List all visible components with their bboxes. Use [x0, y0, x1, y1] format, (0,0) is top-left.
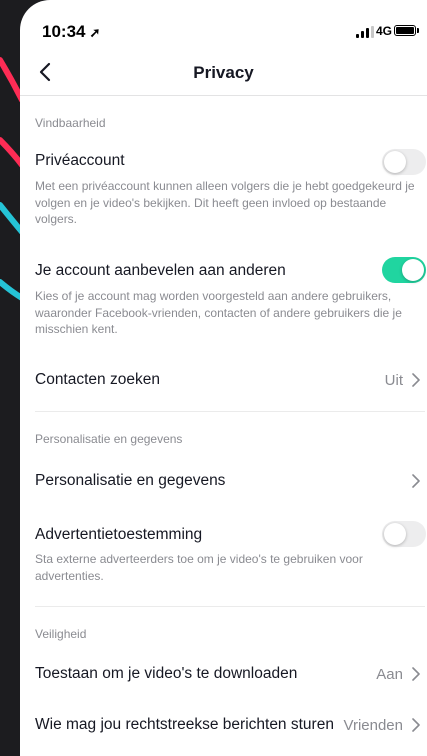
section-header-safety: Veiligheid — [35, 627, 87, 641]
toggle-knob — [402, 259, 424, 281]
suggest-account-title: Je account aanbevelen aan anderen — [35, 262, 286, 279]
cellular-signal-icon — [356, 26, 374, 38]
chevron-right-icon — [412, 373, 420, 387]
ad-consent-title: Advertentietoestemming — [35, 526, 203, 543]
section-divider — [35, 411, 425, 412]
phone-screen: 10:34 ➚ 4G Privacy Vindbaarheid Privéacco… — [20, 0, 427, 756]
ad-consent-toggle[interactable] — [382, 521, 426, 547]
private-account-title: Privéaccount — [35, 152, 125, 169]
toggle-knob — [384, 151, 406, 173]
page-title: Privacy — [193, 63, 254, 82]
personalization-title: Personalisatie en gegevens — [35, 472, 226, 489]
allow-downloads-title: Toestaan om je video's te downloaden — [35, 665, 298, 682]
chevron-right-icon — [412, 474, 420, 488]
allow-downloads-value: Aan — [376, 666, 403, 683]
battery-tip — [417, 28, 419, 33]
ad-consent-description: Sta externe adverteerders toe om je vide… — [35, 552, 363, 583]
direct-messages-value: Vrienden — [343, 717, 404, 734]
private-account-description: Met een privéaccount kunnen alleen volge… — [35, 179, 415, 226]
suggest-account-toggle[interactable] — [382, 257, 426, 283]
section-header-discoverability: Vindbaarheid — [35, 116, 106, 130]
toggle-knob — [384, 523, 406, 545]
chevron-right-icon — [412, 718, 420, 732]
chevron-right-icon — [412, 667, 420, 681]
status-time-text: 10:34 — [42, 22, 86, 41]
battery-icon — [394, 25, 416, 36]
network-type: 4G — [376, 24, 393, 38]
private-account-toggle[interactable] — [382, 149, 426, 175]
status-bar: 10:34 ➚ 4G — [20, 0, 427, 50]
direct-messages-title: Wie mag jou rechtstreekse berichten stur… — [35, 716, 334, 733]
suggest-account-description: Kies of je account mag worden voorgestel… — [35, 289, 402, 336]
location-arrow-icon: ➚ — [89, 25, 101, 40]
section-divider — [35, 606, 425, 607]
section-header-personalization: Personalisatie en gegevens — [35, 432, 183, 446]
find-contacts-title: Contacten zoeken — [35, 371, 160, 388]
navigation-bar: Privacy — [20, 50, 427, 96]
status-time: 10:34 ➚ — [42, 22, 100, 42]
find-contacts-value: Uit — [384, 372, 403, 389]
